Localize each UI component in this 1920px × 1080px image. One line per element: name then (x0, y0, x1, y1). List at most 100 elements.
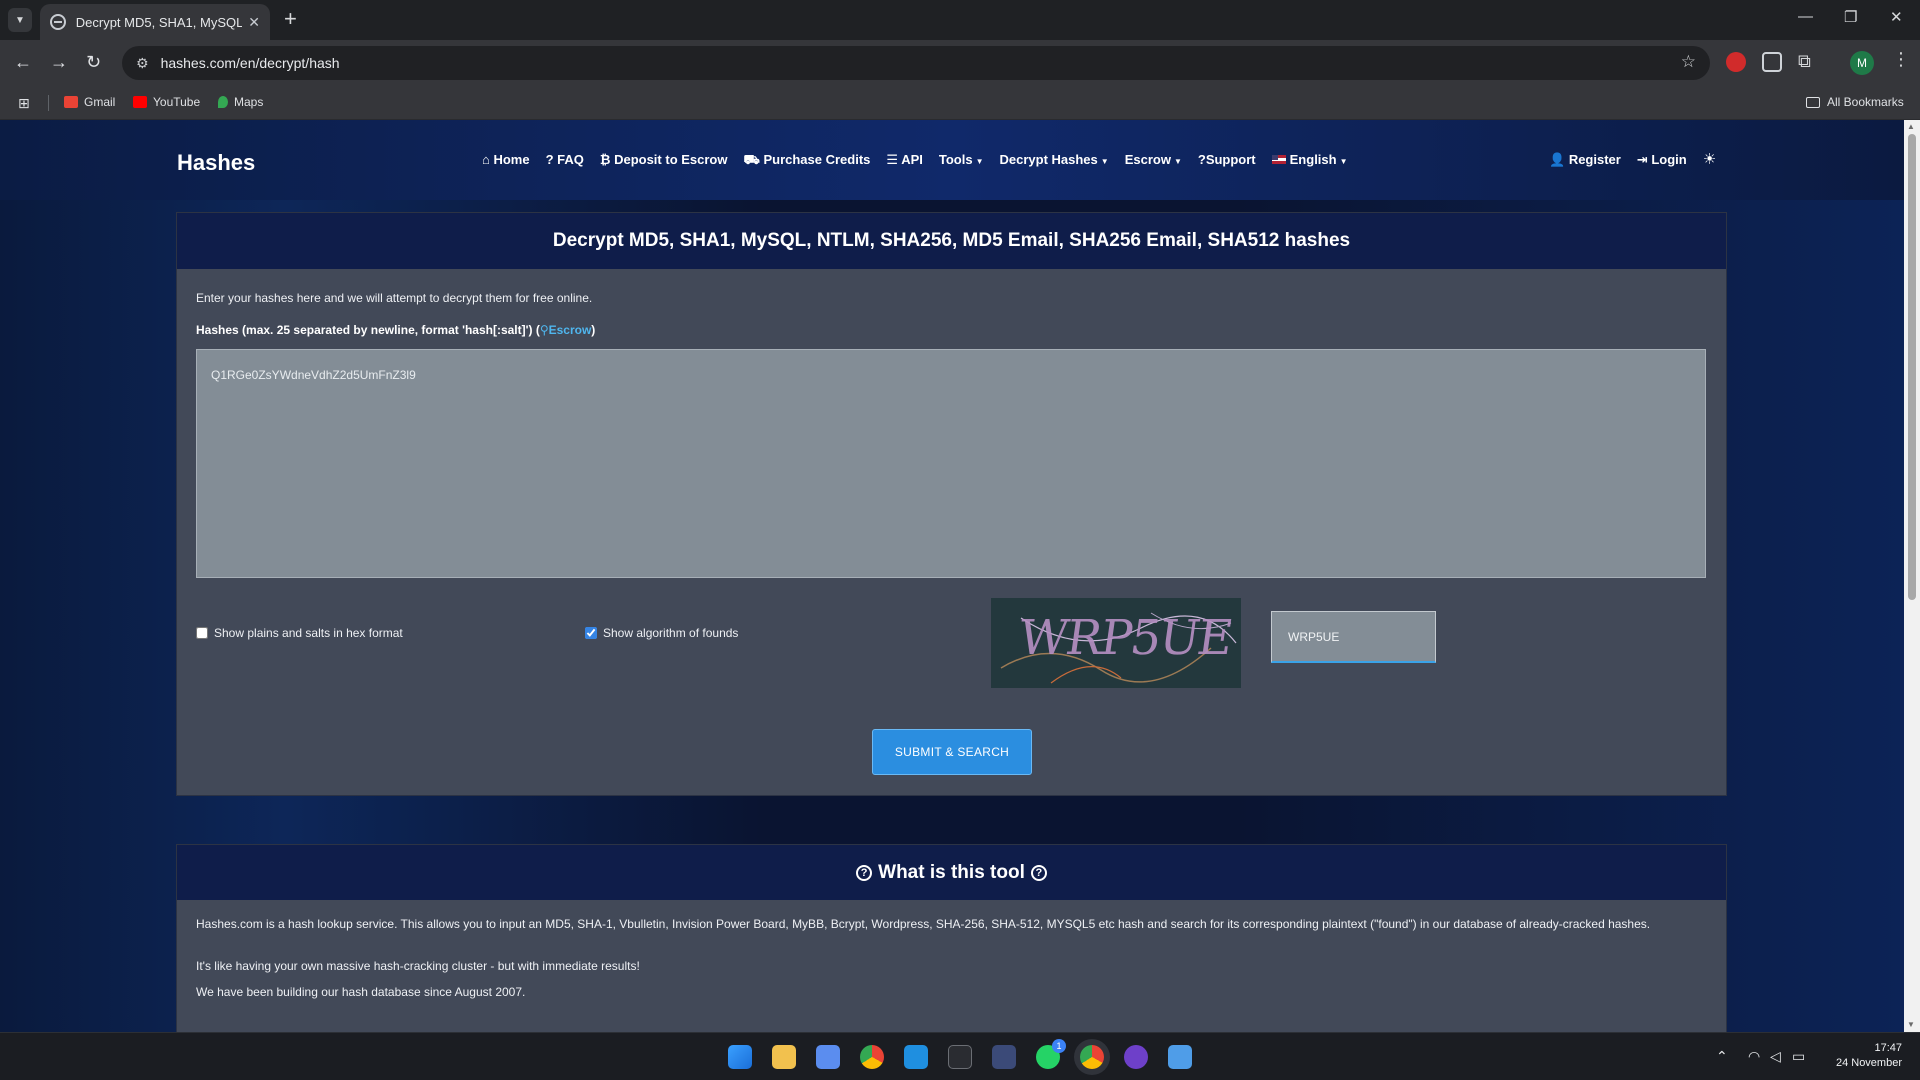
nav-home[interactable]: ⌂ Home (482, 152, 530, 170)
reload-icon[interactable]: ↻ (86, 51, 101, 73)
window-close-icon[interactable]: ✕ (1890, 8, 1903, 26)
intro-text: Enter your hashes here and we will attem… (196, 291, 593, 305)
hex-format-checkbox[interactable]: Show plains and salts in hex format (196, 626, 403, 640)
show-algorithm-input[interactable] (585, 627, 597, 639)
page-scrollbar[interactable]: ▲ ▼ (1904, 120, 1920, 1032)
about-panel: ? What is this tool ? Hashes.com is a ha… (176, 844, 1727, 1032)
browser-menu-icon[interactable]: ⋮ (1892, 49, 1910, 70)
clock-time: 17:47 (1874, 1042, 1902, 1054)
decrypt-panel-header: Decrypt MD5, SHA1, MySQL, NTLM, SHA256, … (177, 213, 1726, 269)
caret-down-icon: ▼ (1339, 157, 1348, 166)
apps-grid-icon[interactable]: ⊞ (18, 95, 30, 112)
nav-register[interactable]: 👤 Register (1549, 152, 1621, 168)
question-circle-icon: ? (1030, 864, 1047, 881)
battery-icon[interactable]: ▭ (1792, 1048, 1805, 1065)
chrome-icon[interactable] (860, 1045, 884, 1069)
theme-toggle-icon[interactable]: ☀ (1703, 152, 1716, 168)
url-text: hashes.com/en/decrypt/hash (160, 55, 340, 71)
nav-language[interactable]: English ▼ (1271, 152, 1348, 170)
nav-tools[interactable]: Tools ▼ (939, 152, 984, 170)
nav-label: ? FAQ (545, 152, 584, 167)
vscode-icon[interactable] (904, 1045, 928, 1069)
file-explorer-icon[interactable] (772, 1045, 796, 1069)
extensions-puzzle-icon[interactable]: ⧉ (1798, 51, 1818, 71)
nav-escrow[interactable]: Escrow ▼ (1125, 152, 1182, 170)
escrow-link-label: Escrow (548, 323, 592, 337)
bookmark-star-icon[interactable]: ☆ (1681, 52, 1696, 72)
scroll-up-icon[interactable]: ▲ (1907, 122, 1915, 131)
search-icon: ⚲ (539, 323, 549, 337)
gmail-icon (64, 96, 78, 108)
caret-down-icon: ▼ (975, 157, 984, 166)
hashes-textarea[interactable]: Q1RGe0ZsYWdneVdhZ2d5UmFnZ3l9 (196, 349, 1706, 578)
profile-avatar[interactable]: M (1850, 51, 1874, 75)
nav-support[interactable]: ?Support (1198, 152, 1256, 170)
browser-tab[interactable]: Decrypt MD5, SHA1, MySQL, N ✕ (40, 4, 270, 40)
question-circle-icon: ? (856, 864, 873, 881)
captcha-input[interactable] (1271, 611, 1436, 663)
new-tab-button[interactable]: + (284, 8, 297, 30)
tab-search-button[interactable]: ▼ (8, 8, 32, 32)
browser-toolbar: ← → ↻ ⚙ hashes.com/en/decrypt/hash ☆ ⧉ M… (0, 40, 1920, 86)
forward-icon[interactable]: → (50, 51, 68, 73)
address-bar[interactable]: ⚙ hashes.com/en/decrypt/hash ☆ (122, 46, 1710, 80)
extension-red-icon[interactable] (1726, 52, 1746, 72)
bookmark-gmail[interactable]: Gmail (64, 95, 115, 109)
system-clock[interactable]: 17:47 24 November (1826, 1041, 1902, 1071)
back-icon[interactable]: ← (14, 51, 32, 73)
nav-label: API (901, 152, 923, 167)
all-bookmarks[interactable]: All Bookmarks (1806, 95, 1904, 109)
virtualbox-icon[interactable] (992, 1045, 1016, 1069)
us-flag-icon (1271, 155, 1286, 164)
escrow-link[interactable]: ⚲Escrow (540, 323, 591, 337)
nav-label: ₿ Deposit to Escrow (599, 152, 728, 167)
tab-strip: ▼ Decrypt MD5, SHA1, MySQL, N ✕ + — ❐ ✕ (0, 0, 1920, 40)
close-icon[interactable]: ✕ (248, 14, 260, 31)
minimize-icon[interactable]: — (1798, 8, 1813, 25)
nav-deposit-escrow[interactable]: ₿ Deposit to Escrow (600, 152, 728, 170)
nav-api[interactable]: ☰ API (886, 152, 922, 170)
page-viewport: Hashes ⌂ Home ? FAQ ₿ Deposit to Escrow … (0, 120, 1904, 1032)
nav-login[interactable]: ⇥ Login (1637, 152, 1687, 168)
about-paragraph: Hashes.com is a hash lookup service. Thi… (196, 917, 1651, 931)
submit-search-button[interactable]: SUBMIT & SEARCH (872, 729, 1032, 775)
volume-icon[interactable]: ◁ (1770, 1048, 1781, 1065)
restore-icon[interactable]: ❐ (1844, 8, 1857, 26)
extension-box-icon[interactable] (1762, 52, 1782, 72)
notepad-icon[interactable] (1168, 1045, 1192, 1069)
chrome-profile-icon[interactable] (1080, 1045, 1104, 1069)
about-paragraph: We have been building our hash database … (196, 985, 526, 999)
nav-label: ?Support (1197, 152, 1256, 167)
nav-purchase-credits[interactable]: ⛟ Purchase Credits (744, 152, 871, 170)
captcha-text: WRP5UE (1015, 610, 1235, 666)
user-plus-icon: 👤 (1549, 152, 1569, 167)
bookmark-youtube[interactable]: YouTube (133, 95, 200, 109)
wifi-icon[interactable]: ◠ (1748, 1048, 1760, 1065)
scroll-down-icon[interactable]: ▼ (1907, 1020, 1915, 1029)
show-algorithm-label: Show algorithm of founds (603, 626, 739, 640)
bookmarks-bar: ⊞ Gmail YouTube Maps All Bookmarks (0, 86, 1920, 120)
hashes-label-text: Hashes (max. 25 separated by newline, fo… (196, 323, 540, 337)
scrollbar-thumb[interactable] (1908, 134, 1916, 600)
site-brand[interactable]: Hashes (177, 150, 255, 176)
nav-label: Purchase Credits (763, 152, 871, 167)
store-icon[interactable] (816, 1045, 840, 1069)
bookmark-maps[interactable]: Maps (218, 95, 263, 109)
folder-icon (1806, 96, 1820, 108)
hashes-label: Hashes (max. 25 separated by newline, fo… (196, 323, 595, 337)
nav-decrypt-hashes[interactable]: Decrypt Hashes ▼ (1000, 152, 1109, 170)
all-bookmarks-label: All Bookmarks (1827, 95, 1904, 109)
os-taskbar: 1 ⌃ ◠ ◁ ▭ 17:47 24 November (0, 1032, 1920, 1080)
nav-label: Escrow (1124, 152, 1171, 167)
nav-faq[interactable]: ? FAQ (546, 152, 584, 170)
site-info-icon[interactable]: ⚙ (136, 55, 149, 72)
tray-chevron-icon[interactable]: ⌃ (1716, 1048, 1728, 1065)
hex-format-input[interactable] (196, 627, 208, 639)
github-icon[interactable] (1124, 1045, 1148, 1069)
nav-label: Tools (938, 152, 973, 167)
about-paragraph: It's like having your own massive hash-c… (196, 959, 640, 973)
terminal-icon[interactable] (948, 1045, 972, 1069)
hex-format-label: Show plains and salts in hex format (214, 626, 403, 640)
show-algorithm-checkbox[interactable]: Show algorithm of founds (585, 626, 738, 640)
windows-start-icon[interactable] (728, 1045, 752, 1069)
